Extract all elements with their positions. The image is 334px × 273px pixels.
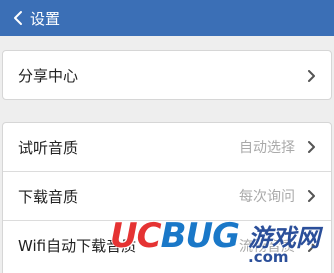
chevron-right-icon: [308, 190, 315, 202]
quality-settings-group: 试听音质 自动选择 下载音质 每次询问 Wifi自动下载音质 流畅音质: [2, 122, 332, 273]
download-quality-row[interactable]: 下载音质 每次询问: [3, 172, 331, 221]
wifi-download-quality-label: Wifi自动下载音质: [18, 237, 137, 255]
chevron-right-icon: [308, 69, 315, 82]
share-group: 分享中心: [2, 50, 332, 100]
preview-quality-value: 自动选择: [239, 140, 295, 156]
chevron-left-icon[interactable]: [12, 10, 24, 26]
preview-quality-row[interactable]: 试听音质 自动选择: [3, 123, 331, 172]
share-center-row[interactable]: 分享中心: [3, 51, 331, 99]
download-quality-value: 每次询问: [239, 189, 295, 205]
wifi-download-quality-value: 流畅音质: [239, 238, 295, 255]
wifi-download-quality-row[interactable]: Wifi自动下载音质 流畅音质: [3, 221, 331, 270]
top-bar: 设置: [0, 0, 334, 36]
preview-quality-label: 试听音质: [18, 138, 79, 157]
chevron-right-icon: [308, 141, 315, 153]
chevron-right-icon: [308, 239, 315, 252]
download-quality-label: 下载音质: [18, 187, 79, 206]
page-title: 设置: [30, 9, 61, 28]
share-center-label: 分享中心: [18, 67, 79, 85]
